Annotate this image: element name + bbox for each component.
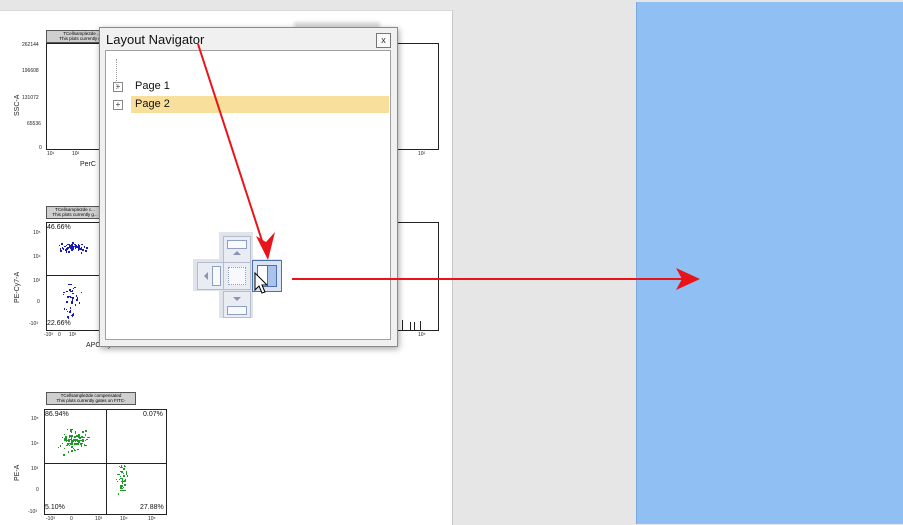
annotation-arrow-to-dock-area bbox=[292, 268, 700, 290]
annotation-arrow-to-dock-button bbox=[197, 43, 275, 260]
annotation-overlay bbox=[197, 43, 700, 290]
